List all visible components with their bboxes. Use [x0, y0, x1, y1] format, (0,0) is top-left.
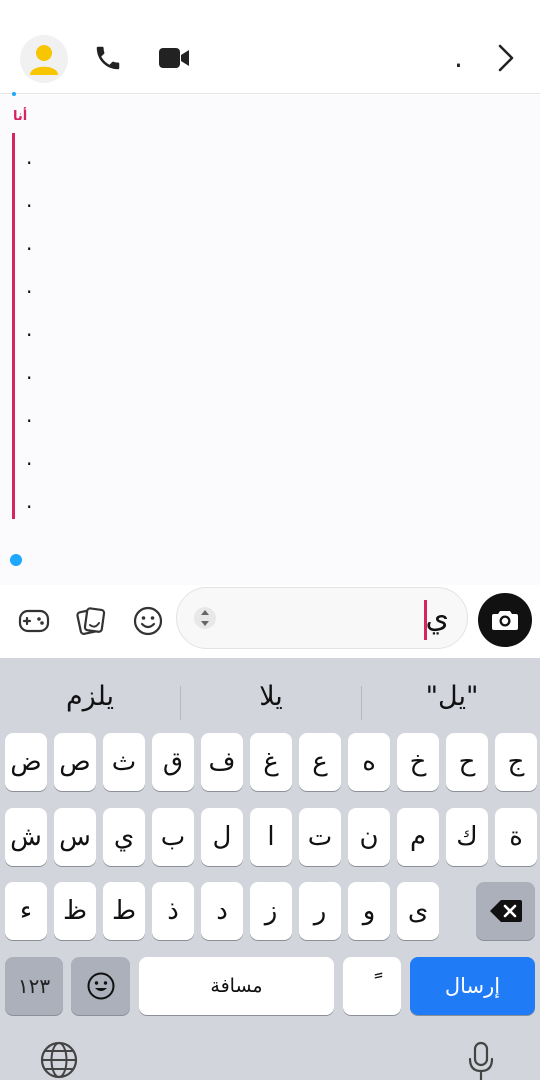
- call-button[interactable]: [88, 38, 128, 78]
- key[interactable]: ف: [201, 733, 243, 791]
- key[interactable]: ب: [152, 808, 194, 866]
- globe-button[interactable]: [37, 1040, 81, 1080]
- key[interactable]: ن: [348, 808, 390, 866]
- suggestion-item[interactable]: يلا: [181, 666, 361, 728]
- format-toggle[interactable]: [191, 602, 219, 634]
- games-button[interactable]: [14, 601, 54, 641]
- message-text: .: [26, 317, 33, 341]
- space-key[interactable]: مسافة: [139, 957, 334, 1015]
- emoji-button[interactable]: [128, 601, 168, 641]
- key[interactable]: ر: [299, 882, 341, 940]
- key[interactable]: ى: [397, 882, 439, 940]
- key[interactable]: غ: [250, 733, 292, 791]
- key[interactable]: ص: [54, 733, 96, 791]
- key[interactable]: س: [54, 808, 96, 866]
- key[interactable]: د: [201, 882, 243, 940]
- key[interactable]: ش: [5, 808, 47, 866]
- sort-arrows-icon: [194, 607, 216, 629]
- avatar[interactable]: [20, 35, 68, 83]
- globe-icon: [40, 1041, 78, 1079]
- key[interactable]: ق: [152, 733, 194, 791]
- message-text: .: [26, 231, 33, 255]
- camera-button[interactable]: [478, 593, 532, 647]
- numbers-key[interactable]: ١٢٣: [5, 957, 63, 1015]
- avatar-icon: [30, 45, 58, 75]
- backspace-icon: [489, 900, 522, 922]
- message-accent-bar: [12, 133, 15, 519]
- key[interactable]: ض: [5, 733, 47, 791]
- message-text: .: [26, 489, 33, 513]
- back-button[interactable]: [490, 38, 522, 78]
- video-call-button[interactable]: [154, 38, 194, 78]
- key[interactable]: ء: [5, 882, 47, 940]
- tanween-key[interactable]: ً: [343, 957, 401, 1015]
- key[interactable]: ظ: [54, 882, 96, 940]
- message-text: .: [26, 145, 33, 169]
- message-input-value: ي: [425, 600, 449, 635]
- key[interactable]: ج: [495, 733, 537, 791]
- key[interactable]: ا: [250, 808, 292, 866]
- key[interactable]: ذ: [152, 882, 194, 940]
- microphone-icon: [468, 1041, 494, 1080]
- message-text: .: [26, 403, 33, 427]
- stickers-icon: [76, 607, 106, 635]
- backspace-key[interactable]: [476, 882, 535, 940]
- message-text: .: [26, 274, 33, 298]
- key[interactable]: م: [397, 808, 439, 866]
- emoji-keyboard-icon: [87, 972, 114, 1000]
- chevron-right-icon: [498, 44, 514, 72]
- key[interactable]: ه: [348, 733, 390, 791]
- suggestion-item[interactable]: يلزم: [0, 666, 180, 728]
- chat-header: .: [0, 0, 540, 94]
- suggestion-item[interactable]: "يل": [362, 666, 540, 728]
- key[interactable]: ت: [299, 808, 341, 866]
- phone-icon: [96, 46, 120, 70]
- emoji-key[interactable]: [71, 957, 130, 1015]
- key[interactable]: ك: [446, 808, 488, 866]
- send-key[interactable]: إرسال: [410, 957, 535, 1015]
- composer-bar: ي: [0, 585, 540, 658]
- suggestion-bar: يلزم يلا "يل": [0, 666, 540, 728]
- video-camera-icon: [159, 48, 189, 68]
- key[interactable]: ط: [103, 882, 145, 940]
- smiley-icon: [133, 606, 163, 636]
- key[interactable]: ي: [103, 808, 145, 866]
- key[interactable]: ة: [495, 808, 537, 866]
- sender-label: أنا: [13, 109, 28, 124]
- arabic-keyboard: يلزم يلا "يل" ض ص ث ق ف غ ع ه خ ح ج ش س …: [0, 658, 540, 1080]
- key[interactable]: ع: [299, 733, 341, 791]
- message-text: .: [26, 360, 33, 384]
- read-indicator-dot: [12, 92, 16, 96]
- key[interactable]: ث: [103, 733, 145, 791]
- message-group: . . . . . . . . .: [26, 143, 56, 530]
- key[interactable]: و: [348, 882, 390, 940]
- camera-icon: [492, 611, 518, 630]
- typing-indicator-dot: [10, 554, 22, 566]
- dictation-button[interactable]: [459, 1040, 503, 1080]
- stickers-button[interactable]: [71, 601, 111, 641]
- message-text: .: [26, 188, 33, 212]
- chat-area: أنا . . . . . . . . .: [0, 92, 540, 585]
- key[interactable]: ح: [446, 733, 488, 791]
- key[interactable]: خ: [397, 733, 439, 791]
- game-controller-icon: [18, 609, 50, 633]
- message-text: .: [26, 446, 33, 470]
- conversation-title: .: [454, 41, 463, 74]
- key[interactable]: ل: [201, 808, 243, 866]
- message-input[interactable]: ي: [176, 587, 468, 649]
- key[interactable]: ز: [250, 882, 292, 940]
